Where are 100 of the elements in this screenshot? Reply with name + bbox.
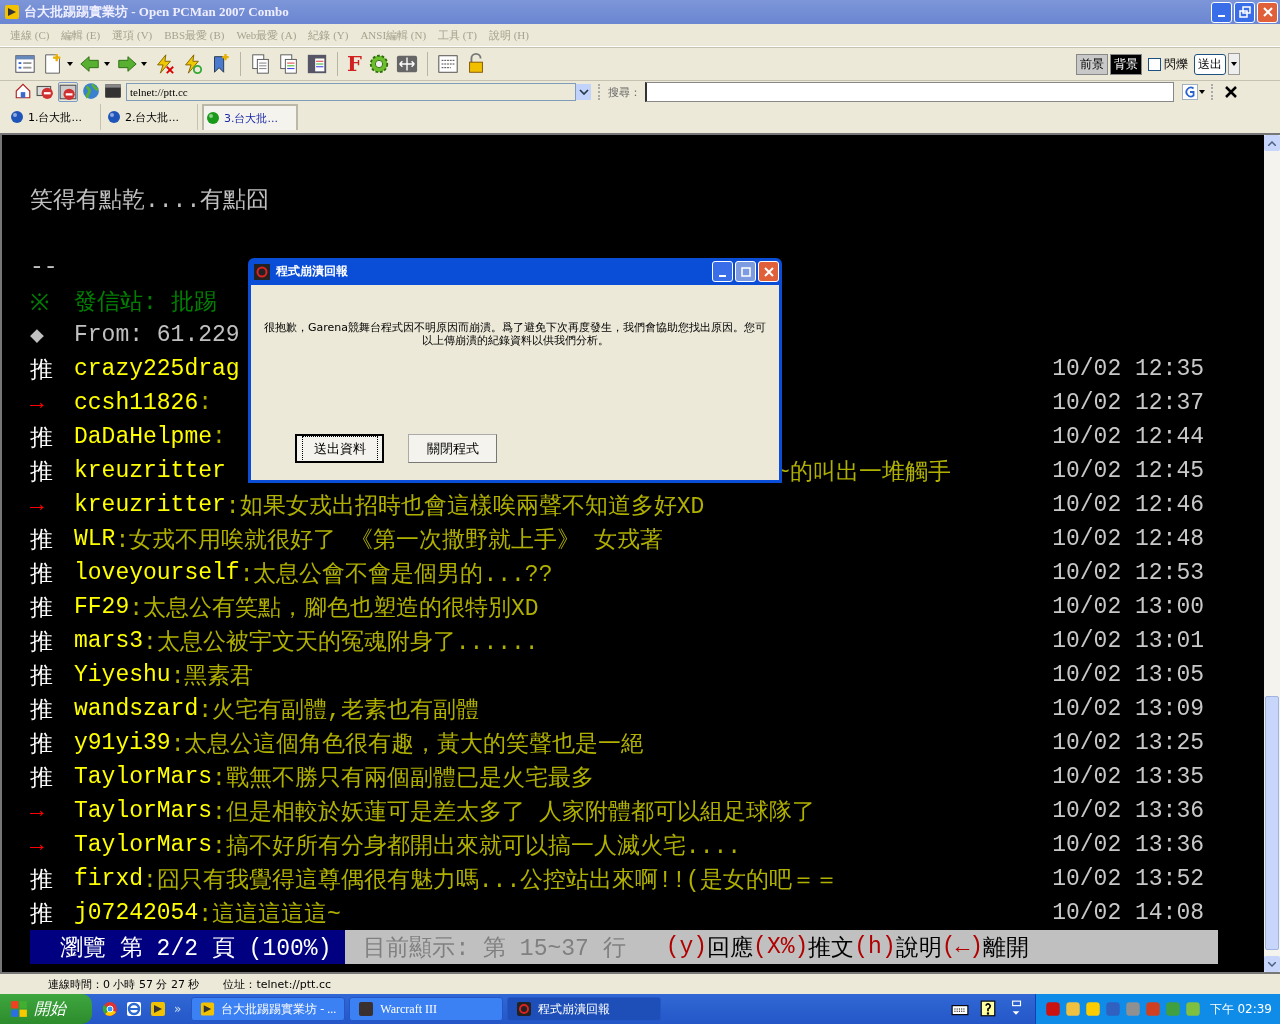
background-button[interactable]: 背景 <box>1110 53 1142 75</box>
reply-marker: → <box>30 832 45 858</box>
scrollbar[interactable] <box>1264 135 1280 972</box>
push-marker: 推 <box>30 424 54 453</box>
comment-time: 10/02 12:44 <box>1052 424 1204 450</box>
document-window-icon[interactable] <box>306 53 328 75</box>
comment-time: 10/02 12:48 <box>1052 526 1204 552</box>
dialog-button[interactable]: 送出資料 <box>295 434 384 463</box>
user-id: j07242054 <box>74 900 199 926</box>
connection-time: 連線時間：0 小時 57 分 27 秒 <box>48 976 200 992</box>
address-field[interactable]: telnet://ptt.cc <box>126 83 576 101</box>
right-arrow-icon[interactable] <box>116 53 138 75</box>
caret-icon[interactable] <box>67 62 73 66</box>
left-arrow-icon[interactable] <box>79 53 101 75</box>
connection-tab[interactable]: 1.台大批... <box>8 104 101 130</box>
gear-icon[interactable] <box>367 53 390 75</box>
comment-time: 10/02 12:45 <box>1052 458 1204 484</box>
colored-copy-icon[interactable] <box>278 53 300 75</box>
push-marker: 推 <box>30 900 54 929</box>
comment-text: :搞不好所有分身都開出來就可以搞一人滅火宅.... <box>212 832 742 861</box>
comment-text: :黑素君 <box>170 662 254 691</box>
comment-time: 10/02 12:46 <box>1052 492 1204 518</box>
terminal-line: From: 61.229 <box>74 322 240 348</box>
blink-label: 閃爍 <box>1164 55 1188 73</box>
scroll-down-button[interactable] <box>1264 956 1280 972</box>
comment-text: :女戎不用唉就很好了 《第一次撒野就上手》 女戎著 <box>115 526 663 555</box>
keyboard-box-icon[interactable] <box>436 53 459 75</box>
scrollbar-thumb[interactable] <box>1265 696 1279 950</box>
dialog-title: 程式崩潰回報 <box>276 263 349 280</box>
reply-marker: → <box>30 798 45 824</box>
maximize-button[interactable] <box>735 261 756 282</box>
comment-time: 10/02 13:00 <box>1052 594 1204 620</box>
window-title: 台大批踢踢實業坊 - Open PCMan 2007 Combo <box>24 3 290 21</box>
hotkey: (←) <box>941 934 984 960</box>
menu-item[interactable]: 工具 (T) <box>432 27 483 43</box>
comment-text: : <box>212 424 226 450</box>
menu-item[interactable]: 編輯 (E) <box>55 27 107 43</box>
comment-time: 10/02 13:25 <box>1052 730 1204 756</box>
minimize-button[interactable] <box>712 261 733 282</box>
hotkey: (h) <box>854 934 896 960</box>
caret-icon <box>1231 62 1237 66</box>
comment-time: 10/02 12:53 <box>1052 560 1204 586</box>
ball-icon <box>206 111 220 125</box>
menu-item[interactable]: ANSI編輯 (N) <box>354 27 433 43</box>
window-blocked-icon[interactable] <box>58 82 78 102</box>
minimize-button[interactable] <box>1211 1 1232 23</box>
caret-icon[interactable] <box>141 62 147 66</box>
connection-tab[interactable]: 3.台大批... <box>202 104 298 130</box>
hotkey: (y) <box>665 934 708 960</box>
page-indicator: 瀏覽 第 2/2 頁 (100%) <box>30 930 346 964</box>
blink-checkbox[interactable] <box>1148 57 1161 71</box>
send-dropdown-button[interactable] <box>1228 53 1240 75</box>
dialog-button[interactable]: 關閉程式 <box>408 434 497 463</box>
search-field[interactable] <box>645 82 1174 102</box>
font-icon[interactable]: F <box>347 53 362 75</box>
comment-time: 10/02 13:09 <box>1052 696 1204 722</box>
user-id: loveyourself <box>74 560 240 586</box>
comment-text: :如果女戎出招時也會這樣唉兩聲不知道多好XD <box>225 492 705 521</box>
connection-tab[interactable]: 2.台大批... <box>105 104 198 130</box>
close-icon[interactable] <box>1225 86 1237 98</box>
scroll-up-button[interactable] <box>1264 135 1280 151</box>
send-button[interactable]: 送出 <box>1194 53 1226 75</box>
push-marker: 推 <box>30 560 54 589</box>
menu-item[interactable]: 說明 (H) <box>482 27 535 43</box>
comment-time: 10/02 13:36 <box>1052 832 1204 858</box>
start-button[interactable]: 開始 <box>0 994 92 1024</box>
close-button[interactable] <box>1257 1 1278 23</box>
search-engine-icon[interactable] <box>1182 84 1198 100</box>
taskbar-button[interactable]: Warcraft III <box>349 997 504 1021</box>
dropdown-button[interactable] <box>576 84 591 100</box>
home-icon[interactable] <box>14 82 32 100</box>
user-id: kreuzritter <box>74 458 226 484</box>
push-marker: 推 <box>30 696 54 725</box>
taskbar-button[interactable]: 程式崩潰回報 <box>507 997 662 1021</box>
more-button[interactable]: » <box>174 1002 182 1016</box>
browser-icon[interactable] <box>102 1001 118 1017</box>
user-id: crazy225drag <box>74 356 240 382</box>
comment-text: :戰無不勝只有兩個副體已是火宅最多 <box>212 764 594 793</box>
console-icon[interactable] <box>104 82 122 100</box>
tray-icon[interactable] <box>1083 1000 1102 1018</box>
restore-button[interactable] <box>1234 1 1255 23</box>
caret-icon[interactable] <box>1199 90 1205 94</box>
foreground-button[interactable]: 前景 <box>1076 53 1108 75</box>
caret-icon[interactable] <box>104 62 110 66</box>
close-button[interactable] <box>758 261 779 282</box>
push-marker: 推 <box>30 594 54 623</box>
comment-time: 10/02 12:37 <box>1052 390 1204 416</box>
move-arrows-icon[interactable] <box>395 53 418 75</box>
line-marker: ◆ <box>30 322 45 349</box>
help-icon[interactable] <box>978 1000 997 1018</box>
app-logo-icon[interactable] <box>150 1001 166 1017</box>
push-marker: 推 <box>30 662 54 691</box>
comment-time: 10/02 14:08 <box>1052 900 1204 926</box>
copy-icon[interactable] <box>250 53 272 75</box>
taskbar-button[interactable]: 台大批踢踢實業坊 - ... <box>191 997 346 1021</box>
menu-item[interactable]: 選項 (V) <box>106 27 159 43</box>
list-window-icon[interactable] <box>14 53 36 75</box>
user-id: TaylorMars <box>74 832 213 858</box>
user-id: kreuzritter <box>74 492 226 518</box>
push-marker: 推 <box>30 458 54 487</box>
